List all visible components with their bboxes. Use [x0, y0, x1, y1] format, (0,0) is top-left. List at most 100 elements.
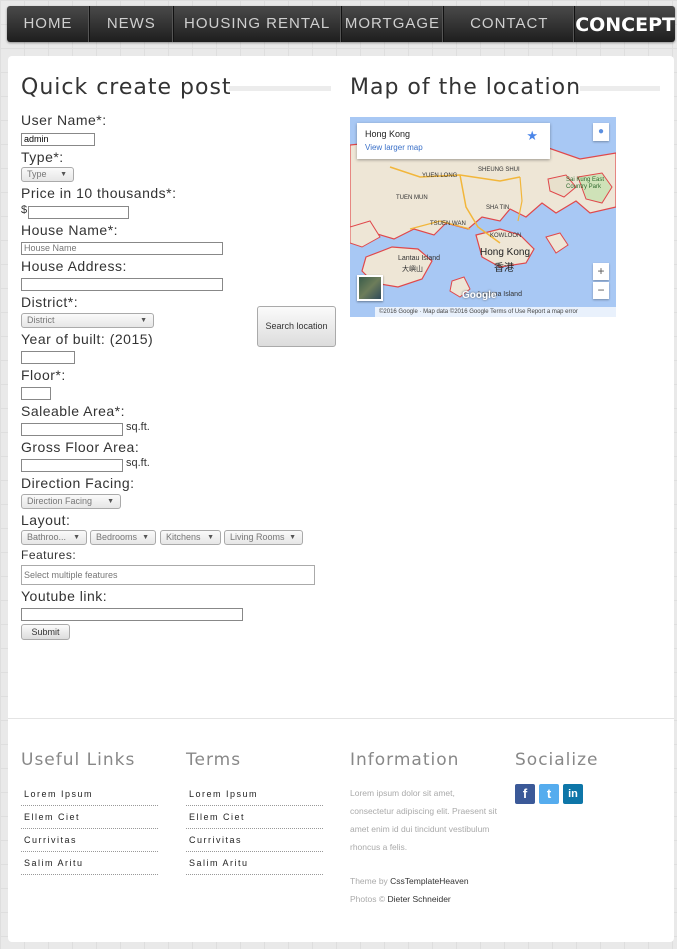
map-label-tsuen-wan: TSUEN WAN — [430, 221, 466, 227]
chevron-down-icon: ▼ — [60, 171, 67, 178]
brand-logo[interactable]: CONCEPT — [575, 6, 675, 42]
district-label: District*: — [21, 294, 79, 310]
map-label-sha-tin: SHA TIN — [486, 205, 510, 211]
theme-credit-prefix: Theme by — [350, 876, 391, 886]
location-map[interactable]: TUEN MUN YUEN LONG SHEUNG SHUI SHA TIN T… — [350, 117, 616, 317]
floor-input[interactable] — [21, 387, 51, 400]
price-label: Price in 10 thousands*: — [21, 185, 177, 201]
district-select-value: District — [27, 315, 55, 325]
username-input[interactable]: admin — [21, 133, 95, 146]
linkedin-icon[interactable]: in — [563, 784, 583, 804]
map-card-place: Hong Kong — [365, 129, 411, 139]
saleable-area-unit: sq.ft. — [126, 421, 150, 433]
terms-link[interactable]: Currivitas — [186, 829, 323, 852]
year-label: Year of built: (2015) — [21, 331, 154, 347]
bathrooms-select[interactable]: Bathroo... ▼ — [21, 530, 87, 545]
map-label-tuen-mun: TUEN MUN — [396, 195, 428, 201]
type-select[interactable]: Type ▼ — [21, 167, 74, 182]
gross-floor-area-unit: sq.ft. — [126, 457, 150, 469]
theme-credit-link[interactable]: CssTemplateHeaven — [390, 876, 468, 886]
theme-credit: Theme by CssTemplateHeaven — [350, 876, 469, 886]
features-label: Features: — [21, 548, 77, 562]
saleable-area-input[interactable] — [21, 423, 123, 436]
map-label-hong-kong-cn: 香港 — [494, 263, 514, 274]
direction-facing-select[interactable]: Direction Facing ▼ — [21, 494, 121, 509]
terms-link[interactable]: Lorem Ipsum — [186, 783, 323, 806]
useful-link[interactable]: Ellem Ciet — [21, 806, 158, 829]
chevron-down-icon: ▼ — [140, 317, 147, 324]
gross-floor-area-label: Gross Floor Area: — [21, 439, 140, 455]
terms-link[interactable]: Salim Aritu — [186, 852, 323, 875]
form-title: Quick create post — [21, 75, 232, 100]
floor-label: Floor*: — [21, 367, 66, 383]
type-label: Type*: — [21, 149, 64, 165]
terms-title: Terms — [186, 750, 242, 770]
house-address-input[interactable] — [21, 278, 223, 291]
bathrooms-select-value: Bathroo... — [27, 532, 67, 542]
map-attribution: ©2016 Google · Map data ©2016 Google Ter… — [375, 307, 616, 317]
title-divider — [229, 86, 331, 91]
layout-label: Layout: — [21, 512, 71, 528]
map-label-lantau-cn: 大嶼山 — [402, 266, 423, 273]
zoom-out-button[interactable]: − — [593, 282, 609, 299]
photos-credit: Photos © Dieter Schneider — [350, 894, 451, 904]
username-label: User Name*: — [21, 112, 107, 128]
view-larger-map-link[interactable]: View larger map — [365, 143, 423, 152]
nav-home[interactable]: HOME — [7, 6, 90, 42]
year-input[interactable] — [21, 351, 75, 364]
chevron-down-icon: ▼ — [207, 534, 214, 541]
satellite-toggle-thumbnail[interactable] — [357, 275, 383, 301]
information-text: Lorem ipsum dolor sit amet, consectetur … — [350, 788, 497, 852]
gross-floor-area-input[interactable] — [21, 459, 123, 472]
footer-divider — [8, 718, 674, 719]
direction-facing-select-value: Direction Facing — [27, 496, 93, 506]
submit-button[interactable]: Submit — [21, 624, 70, 640]
top-navigation: HOME NEWS HOUSING RENTAL MORTGAGE CONTAC… — [7, 6, 675, 42]
house-name-label: House Name*: — [21, 222, 119, 238]
bedrooms-select[interactable]: Bedrooms ▼ — [90, 530, 156, 545]
kitchens-select[interactable]: Kitchens ▼ — [160, 530, 221, 545]
chevron-down-icon: ▼ — [107, 498, 114, 505]
nav-news[interactable]: NEWS — [90, 6, 174, 42]
chevron-down-icon: ▼ — [142, 534, 149, 541]
district-select[interactable]: District ▼ — [21, 313, 154, 328]
zoom-in-button[interactable]: + — [593, 263, 609, 280]
map-label-kowloon: KOWLOON — [490, 233, 522, 239]
facebook-icon[interactable]: f — [515, 784, 535, 804]
star-icon[interactable]: ★ — [526, 128, 538, 144]
useful-link[interactable]: Lorem Ipsum — [21, 783, 158, 806]
youtube-link-input[interactable] — [21, 608, 243, 621]
map-label-hong-kong: Hong Kong — [480, 247, 531, 258]
useful-links-list: Lorem Ipsum Ellem Ciet Currivitas Salim … — [21, 783, 158, 875]
photos-credit-prefix: Photos © — [350, 894, 388, 904]
map-title: Map of the location — [350, 75, 582, 100]
twitter-icon[interactable]: t — [539, 784, 559, 804]
terms-links-list: Lorem Ipsum Ellem Ciet Currivitas Salim … — [186, 783, 323, 875]
map-info-card: Hong Kong View larger map ★ — [357, 123, 550, 159]
nav-mortgage[interactable]: MORTGAGE — [342, 6, 445, 42]
map-label-lantau: Lantau Island — [398, 255, 441, 262]
useful-link[interactable]: Currivitas — [21, 829, 158, 852]
terms-link[interactable]: Ellem Ciet — [186, 806, 323, 829]
youtube-link-label: Youtube link: — [21, 588, 108, 604]
price-input[interactable] — [28, 206, 129, 219]
chevron-down-icon: ▼ — [73, 534, 80, 541]
house-name-input[interactable]: House Name — [21, 242, 223, 255]
search-location-button[interactable]: Search location — [257, 306, 336, 347]
features-multiselect[interactable]: Select multiple features — [21, 565, 315, 585]
living-rooms-select[interactable]: Living Rooms ▼ — [224, 530, 303, 545]
map-label-sai-kung: Sai Kung East Country Park — [566, 177, 605, 190]
person-icon[interactable]: ● — [593, 123, 609, 141]
map-label-yuen-long: YUEN LONG — [422, 173, 458, 179]
nav-housing-rental[interactable]: HOUSING RENTAL — [174, 6, 342, 42]
bedrooms-select-value: Bedrooms — [96, 532, 138, 542]
useful-links-title: Useful Links — [21, 750, 136, 770]
map-label-sheung-shui: SHEUNG SHUI — [478, 167, 520, 173]
useful-link[interactable]: Salim Aritu — [21, 852, 158, 875]
nav-contact[interactable]: CONTACT — [444, 6, 576, 42]
kitchens-select-value: Kitchens — [166, 532, 201, 542]
house-address-label: House Address: — [21, 258, 127, 274]
chevron-down-icon: ▼ — [289, 534, 296, 541]
title-divider — [580, 86, 660, 91]
photos-credit-name[interactable]: Dieter Schneider — [387, 894, 450, 904]
